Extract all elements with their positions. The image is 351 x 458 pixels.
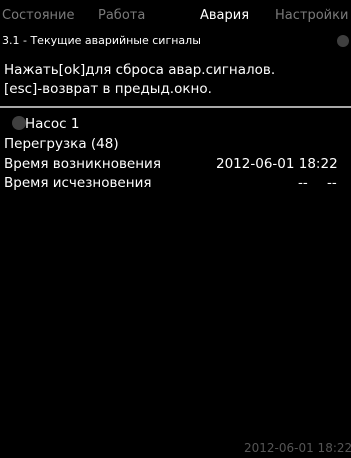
tab-status[interactable]: Состояние: [2, 8, 74, 23]
divider: [0, 106, 351, 108]
tab-bar: Состояние Работа Авария Настройки: [0, 0, 351, 32]
screen-title: 3.1 - Текущие аварийные сигналы: [2, 34, 201, 47]
tab-settings[interactable]: Настройки: [275, 8, 348, 23]
occurred-value: 2012-06-01 18:22: [216, 156, 338, 172]
footer-datetime: 2012-06-01 18:22: [244, 441, 351, 455]
occurred-label: Время возникновения: [4, 156, 161, 172]
instruction-reset: Нажать[ok]для сброса авар.сигналов.: [4, 62, 276, 78]
tab-operation[interactable]: Работа: [98, 8, 145, 23]
alarm-cause: Перегрузка (48): [4, 136, 119, 152]
instructions: Нажать[ok]для сброса авар.сигналов. [esc…: [4, 61, 275, 99]
alarm-icon: [12, 116, 26, 130]
alarm-icon: [337, 35, 349, 47]
disappeared-date: --: [298, 175, 308, 191]
alarm-source: Насос 1: [25, 116, 80, 132]
disappeared-time: --: [327, 175, 337, 191]
tab-alarm[interactable]: Авария: [200, 8, 249, 23]
instruction-back: [esc]-возврат в предыд.окно.: [4, 81, 212, 97]
disappeared-label: Время исчезновения: [4, 175, 152, 191]
